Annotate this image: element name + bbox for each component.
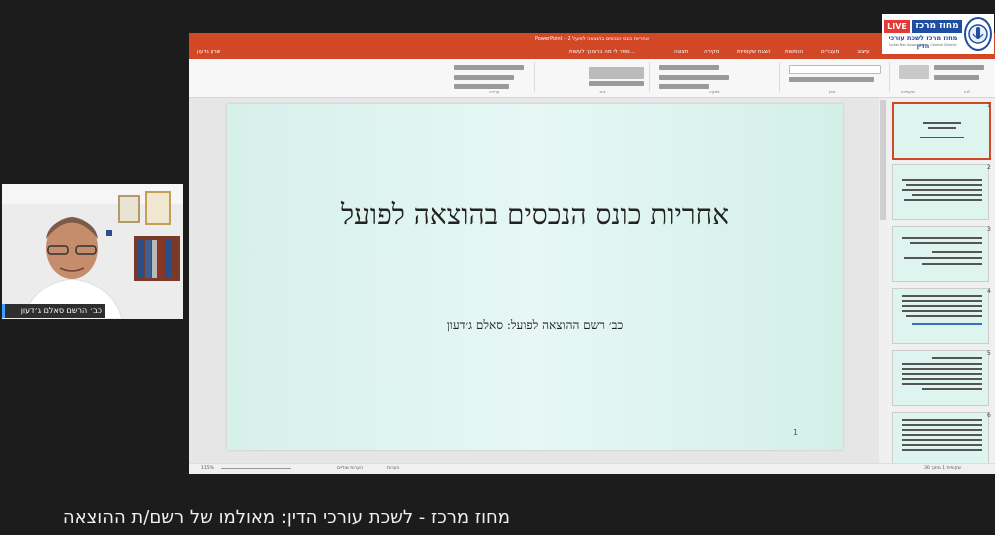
- ribbon: עריכה ציור פסקה גופן שקופיות לוח: [189, 59, 995, 98]
- signin-label[interactable]: שרון גדעון: [197, 45, 220, 59]
- presenter-name-tag: כב׳ הרשם סאלם ג׳דעון: [2, 304, 105, 318]
- tab-animations[interactable]: הנפשות: [785, 45, 803, 59]
- group-paragraph: פסקה: [709, 89, 720, 94]
- group-drawing: ציור: [599, 89, 606, 94]
- vertical-scrollbar[interactable]: [879, 98, 887, 463]
- zoom-slider[interactable]: [221, 468, 291, 469]
- slide-thumbnail[interactable]: [892, 226, 989, 282]
- slide-subtitle[interactable]: כב׳ רשם ההוצאה לפועל: סאלם ג׳דעון: [227, 318, 843, 333]
- comments-button[interactable]: הערות שוליים: [337, 464, 363, 474]
- group-clipboard: לוח: [964, 89, 970, 94]
- slide-counter: שקופית 1 מתוך 30: [924, 466, 961, 471]
- current-slide[interactable]: אחריות כונס הנכסים בהוצאה לפועל כב׳ רשם …: [227, 104, 843, 450]
- title-bar: PowerPoint - אחריות כונס הנכסים בהוצאה ל…: [189, 33, 995, 45]
- notes-button[interactable]: הערות: [387, 464, 399, 474]
- group-editing: עריכה: [489, 89, 500, 94]
- thumbnail-number: 2: [987, 164, 991, 171]
- slide-thumbnail[interactable]: [892, 412, 989, 468]
- editing-area: אחריות כונס הנכסים בהוצאה לפועל כב׳ רשם …: [189, 98, 995, 468]
- presenter-video-frame: [2, 184, 183, 319]
- bar-association-label: מחוז מרכז לשכת עורכי הדין: [888, 34, 958, 50]
- slide-thumbnail[interactable]: [892, 102, 991, 160]
- status-bar: 115% הערות שוליים הערות שקופית 1 מתוך 30: [189, 463, 995, 474]
- broadcast-logo: LIVE מחוז מרכז מחוז מרכז לשכת עורכי הדין…: [882, 14, 994, 54]
- tab-slideshow[interactable]: הצגת שקופיות: [737, 45, 771, 59]
- stream-caption: מחוז מרכז - לשכת עורכי הדין: מאולמו של ר…: [62, 507, 510, 528]
- slide-thumbnail[interactable]: [892, 288, 989, 344]
- thumbnail-number: 1: [987, 102, 991, 109]
- slide-thumbnail[interactable]: [892, 164, 989, 220]
- tell-me-box[interactable]: ספר לי מה ברצונך לעשות...: [569, 45, 635, 59]
- scrollbar-thumb[interactable]: [880, 100, 886, 220]
- bar-association-emblem-icon: [964, 17, 992, 51]
- webcam-video: כב׳ הרשם סאלם ג׳דעון: [2, 184, 183, 319]
- tab-design[interactable]: עיצוב: [857, 45, 870, 59]
- tab-view[interactable]: תצוגה: [674, 45, 688, 59]
- slide-thumbnail[interactable]: [892, 350, 989, 406]
- thumbnail-number: 3: [987, 226, 991, 233]
- slide-number: 1: [793, 428, 799, 437]
- thumbnail-number: 4: [987, 288, 991, 295]
- slide-title[interactable]: אחריות כונס הנכסים בהוצאה לפועל: [227, 196, 843, 234]
- window-title: PowerPoint - אחריות כונס הנכסים בהוצאה ל…: [534, 36, 650, 42]
- powerpoint-window: PowerPoint - אחריות כונס הנכסים בהוצאה ל…: [189, 33, 995, 474]
- english-label: Israel Bar Association · Central Distric…: [889, 43, 957, 47]
- thumbnail-number: 5: [987, 350, 991, 357]
- live-badge: LIVE: [884, 20, 910, 33]
- thumbnail-pane: 1 2 3 4 5 6: [887, 98, 995, 468]
- tab-review[interactable]: סקירה: [704, 45, 719, 59]
- tab-transitions[interactable]: מעברים: [821, 45, 839, 59]
- thumbnail-number: 6: [987, 412, 991, 419]
- group-slides: שקופיות: [901, 89, 915, 94]
- ribbon-tabs: שרון גדעון קובץ בית הוספה עיצוב מעברים ה…: [189, 45, 995, 59]
- zoom-level[interactable]: 115%: [201, 464, 214, 474]
- group-font: גופן: [829, 89, 836, 94]
- district-label: מחוז מרכז: [912, 20, 962, 33]
